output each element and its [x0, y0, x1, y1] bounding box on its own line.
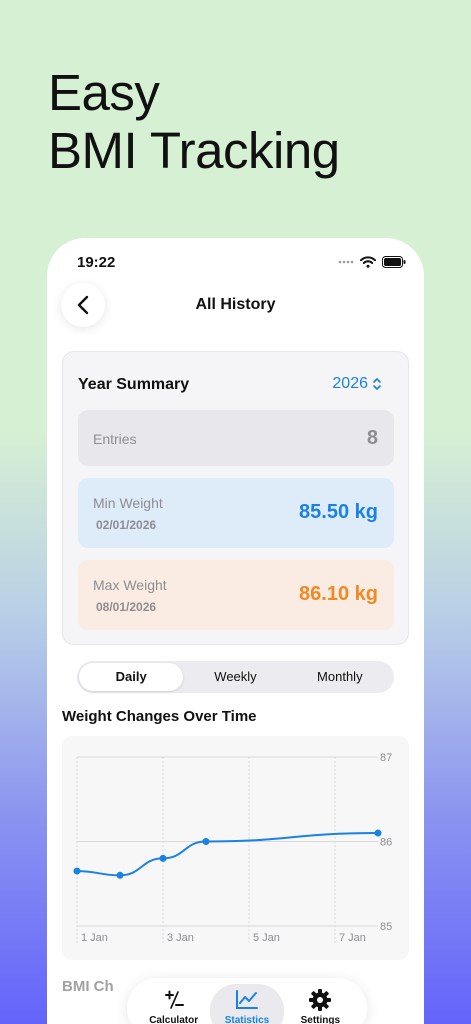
entries-value: 8	[366, 427, 378, 449]
year-picker[interactable]: 2026	[332, 375, 382, 393]
gear-icon	[309, 989, 332, 1011]
period-segmented-control: Daily Weekly Monthly	[77, 661, 394, 693]
tab-bar: Calculator Statistics Settings	[127, 978, 367, 1024]
weight-data-point	[374, 829, 382, 837]
status-bar: 19:22	[47, 238, 424, 286]
segment-monthly[interactable]: Monthly	[288, 663, 392, 691]
weight-chart-title: Weight Changes Over Time	[62, 708, 257, 725]
tab-settings[interactable]: Settings	[284, 984, 357, 1024]
max-weight-value: 86.10 kg	[299, 583, 378, 605]
weight-data-point	[159, 854, 167, 862]
y-tick-label: 86	[380, 837, 392, 849]
year-summary-card: Year Summary 2026 Entries 8 Min Weight 0…	[62, 351, 409, 645]
status-icons	[338, 256, 406, 268]
tab-statistics[interactable]: Statistics	[210, 984, 284, 1024]
x-tick-label: 3 Jan	[167, 932, 194, 944]
y-tick-label: 85	[380, 921, 392, 933]
page-title: All History	[195, 296, 276, 313]
segment-weekly[interactable]: Weekly	[183, 663, 287, 691]
min-weight-label: Min Weight	[93, 495, 163, 511]
headline: Easy BMI Tracking	[48, 64, 340, 180]
year-summary-title: Year Summary	[78, 376, 190, 393]
weight-data-point	[202, 838, 210, 845]
x-tick-label: 5 Jan	[253, 932, 280, 944]
weight-series-line	[76, 832, 379, 877]
line-chart-icon	[235, 990, 258, 1009]
min-weight-value: 85.50 kg	[299, 501, 378, 523]
weight-chart: 85 86 87 1 Jan 3 Jan 5 Jan 7 Jan	[62, 736, 409, 960]
headline-line-2: BMI Tracking	[48, 122, 340, 179]
wifi-icon	[360, 256, 376, 268]
phone-screen: 19:22 All History Year Summary 2026 Entr…	[47, 238, 424, 1024]
headline-line-1: Easy	[48, 64, 160, 121]
status-time: 19:22	[77, 254, 116, 271]
plus-minus-icon	[164, 990, 184, 1009]
y-tick-label: 87	[380, 752, 392, 764]
tab-calculator[interactable]: Calculator	[137, 984, 210, 1024]
weight-data-point	[116, 871, 124, 879]
battery-icon	[382, 256, 406, 268]
entries-label: Entries	[93, 431, 137, 447]
tab-calculator-label: Calculator	[149, 1015, 199, 1024]
min-weight-tile: Min Weight 02/01/2026 85.50 kg	[78, 478, 394, 548]
x-tick-label: 7 Jan	[339, 932, 366, 944]
segment-daily[interactable]: Daily	[79, 663, 184, 691]
weight-chart-svg: 85 86 87 1 Jan 3 Jan 5 Jan 7 Jan	[73, 752, 392, 944]
max-weight-label: Max Weight	[93, 577, 167, 593]
max-weight-tile: Max Weight 08/01/2026 86.10 kg	[78, 560, 394, 630]
min-weight-date: 02/01/2026	[96, 518, 157, 532]
entries-tile: Entries 8	[78, 410, 394, 466]
year-value: 2026	[332, 375, 368, 392]
cellular-signal-icon	[338, 260, 354, 264]
tab-statistics-label: Statistics	[224, 1015, 270, 1024]
x-tick-label: 1 Jan	[81, 932, 108, 944]
bmi-chart-title: BMI Ch	[62, 978, 114, 995]
max-weight-date: 08/01/2026	[96, 600, 157, 614]
weight-data-point	[73, 867, 81, 875]
chevron-up-down-icon	[373, 378, 381, 390]
tab-settings-label: Settings	[300, 1015, 341, 1024]
